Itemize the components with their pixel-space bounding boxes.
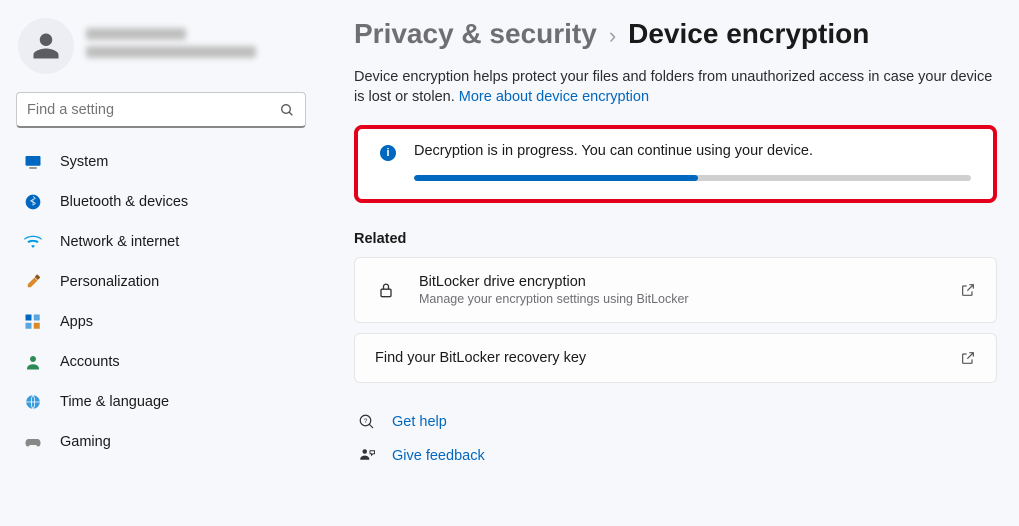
sidebar-item-label: Bluetooth & devices — [60, 194, 188, 210]
sidebar-item-network[interactable]: Network & internet — [14, 222, 314, 262]
open-external-icon — [960, 282, 976, 298]
search-field[interactable] — [27, 102, 279, 118]
sidebar-item-label: Personalization — [60, 274, 159, 290]
person-icon — [31, 31, 61, 61]
sidebar-item-label: Gaming — [60, 434, 111, 450]
more-about-link[interactable]: More about device encryption — [459, 89, 649, 105]
link-label: Give feedback — [392, 448, 485, 464]
bluetooth-icon — [24, 193, 42, 211]
sidebar-item-label: Accounts — [60, 354, 120, 370]
sidebar-item-time-language[interactable]: Time & language — [14, 382, 314, 422]
globe-icon — [24, 393, 42, 411]
give-feedback-link[interactable]: Give feedback — [354, 439, 997, 473]
search-input[interactable] — [16, 92, 306, 128]
lock-drive-icon — [375, 279, 397, 301]
breadcrumb-parent[interactable]: Privacy & security — [354, 18, 597, 50]
progress-fill — [414, 175, 698, 181]
main-content: Privacy & security › Device encryption D… — [320, 0, 1019, 526]
open-external-icon — [960, 350, 976, 366]
gamepad-icon — [24, 433, 42, 451]
breadcrumb: Privacy & security › Device encryption — [354, 18, 997, 50]
page-description: Device encryption helps protect your fil… — [354, 68, 994, 107]
card-recovery-key[interactable]: Find your BitLocker recovery key — [354, 333, 997, 383]
display-icon — [24, 153, 42, 171]
card-subtitle: Manage your encryption settings using Bi… — [419, 292, 938, 306]
progress-bar — [414, 175, 971, 181]
chevron-right-icon: › — [609, 23, 616, 49]
person-icon — [24, 353, 42, 371]
info-icon: i — [380, 145, 396, 161]
wifi-icon — [24, 233, 42, 251]
avatar — [18, 18, 74, 74]
sidebar-item-gaming[interactable]: Gaming — [14, 422, 314, 462]
apps-icon — [24, 313, 42, 331]
profile-text — [86, 28, 256, 64]
related-label: Related — [354, 231, 997, 247]
help-icon: ? — [358, 413, 376, 431]
svg-text:?: ? — [364, 418, 368, 425]
card-bitlocker-encryption[interactable]: BitLocker drive encryption Manage your e… — [354, 257, 997, 323]
sidebar-item-label: Network & internet — [60, 234, 179, 250]
alert-text: Decryption is in progress. You can conti… — [414, 143, 971, 159]
sidebar-item-accounts[interactable]: Accounts — [14, 342, 314, 382]
sidebar-item-system[interactable]: System — [14, 142, 314, 182]
paintbrush-icon — [24, 273, 42, 291]
sidebar-item-apps[interactable]: Apps — [14, 302, 314, 342]
sidebar-item-bluetooth[interactable]: Bluetooth & devices — [14, 182, 314, 222]
nav-list: System Bluetooth & devices Network & int… — [14, 142, 314, 462]
profile-section[interactable] — [14, 12, 314, 90]
sidebar-item-personalization[interactable]: Personalization — [14, 262, 314, 302]
sidebar-item-label: Time & language — [60, 394, 169, 410]
search-icon — [279, 102, 295, 118]
link-label: Get help — [392, 414, 447, 430]
feedback-icon — [358, 447, 376, 465]
footer-links: ? Get help Give feedback — [354, 405, 997, 473]
page-title: Device encryption — [628, 18, 869, 50]
sidebar: System Bluetooth & devices Network & int… — [0, 0, 320, 526]
card-title: Find your BitLocker recovery key — [375, 350, 938, 366]
status-alert: i Decryption is in progress. You can con… — [354, 125, 997, 203]
sidebar-item-label: Apps — [60, 314, 93, 330]
card-title: BitLocker drive encryption — [419, 274, 938, 290]
get-help-link[interactable]: ? Get help — [354, 405, 997, 439]
sidebar-item-label: System — [60, 154, 108, 170]
